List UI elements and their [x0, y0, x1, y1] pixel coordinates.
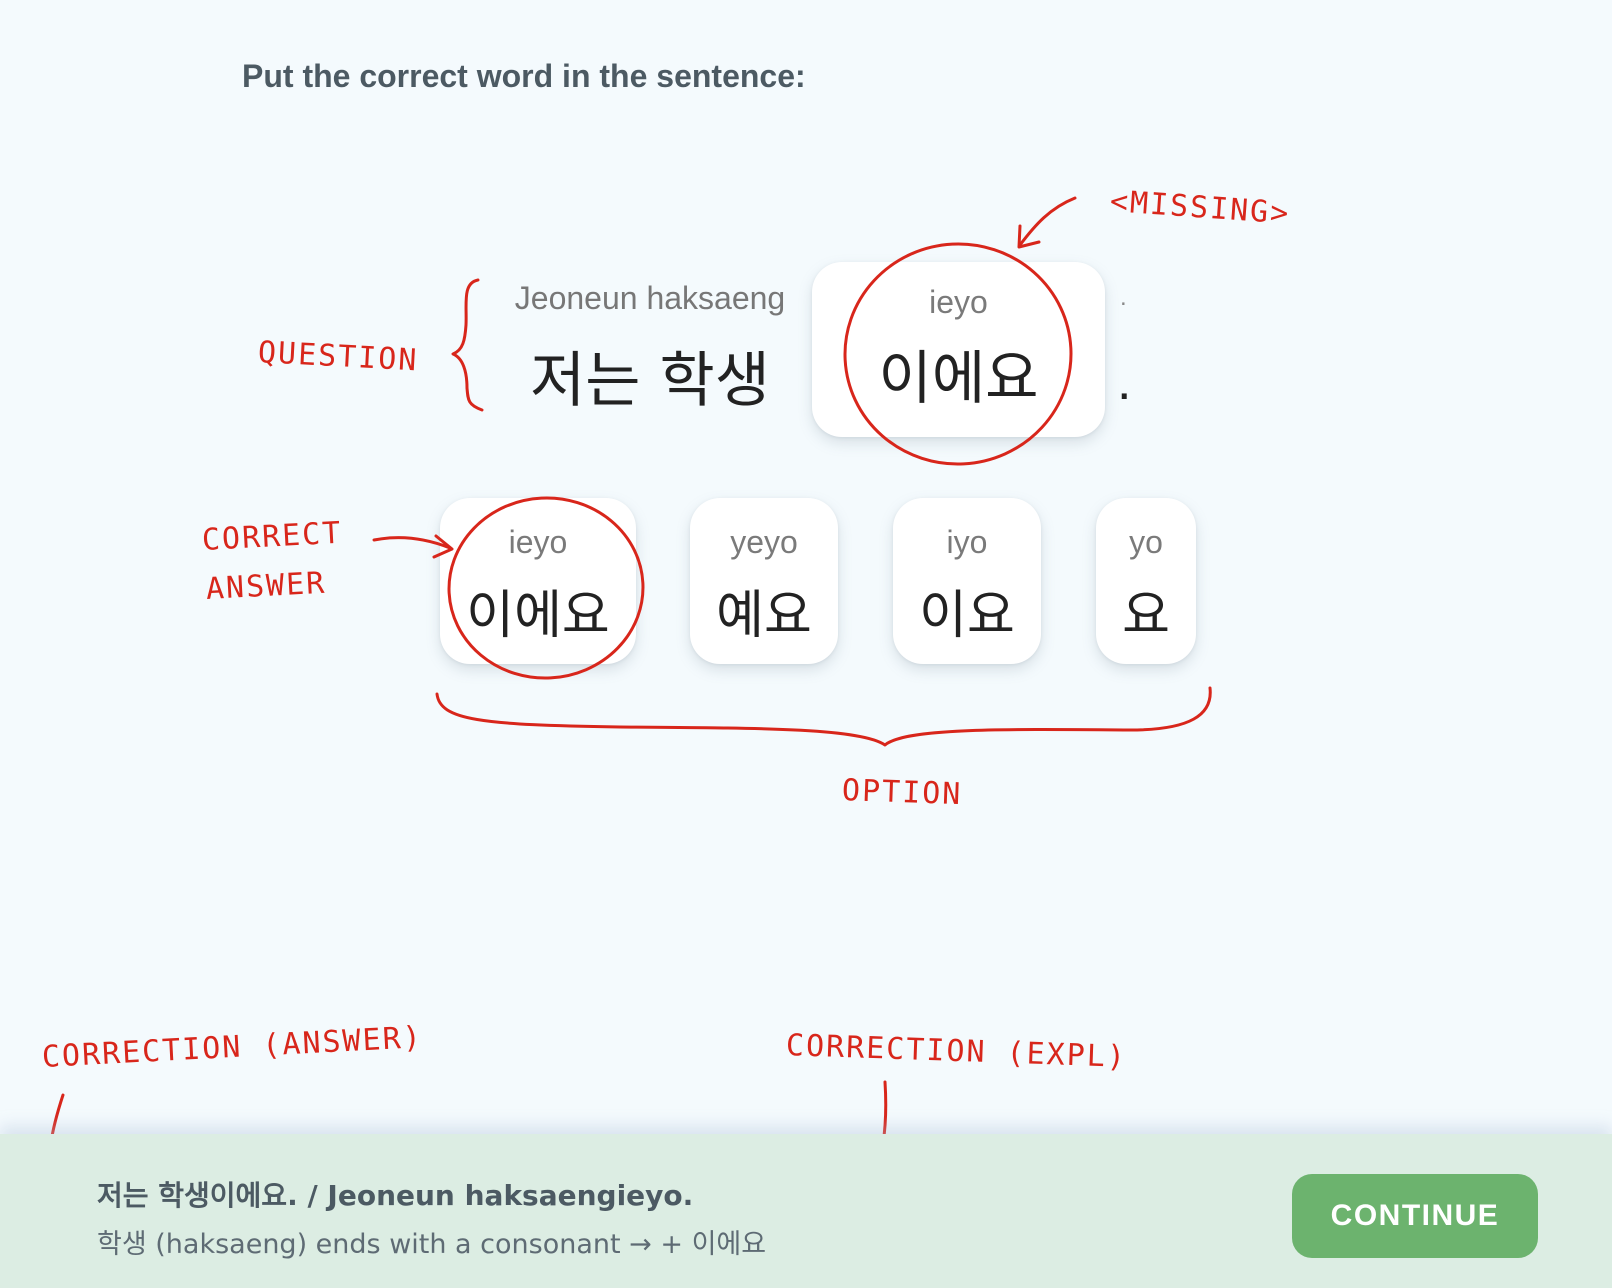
correction-answer: 저는 학생이에요. / Jeoneun haksaengieyo.	[97, 1179, 694, 1212]
option-romanization: ieyo	[508, 524, 568, 560]
answer-blank-card[interactable]: ieyo 이에요	[812, 262, 1105, 437]
question-romanization: Jeoneun haksaeng	[514, 280, 786, 316]
option-romanization: yo	[1129, 524, 1163, 560]
option-romanization: iyo	[946, 524, 988, 560]
annotation-question: QUESTION	[257, 335, 420, 379]
option-korean: 이요	[919, 586, 1015, 646]
option-card-iyo[interactable]: iyo 이요	[893, 498, 1041, 664]
continue-button[interactable]: CONTINUE	[1292, 1174, 1538, 1258]
question-korean: 저는 학생	[530, 346, 770, 416]
option-card-yo[interactable]: yo 요	[1096, 498, 1196, 664]
annotation-correction-answer: CORRECTION (ANSWER)	[41, 1020, 424, 1075]
punctuation-korean: .	[1117, 353, 1132, 411]
correct-answer-arrow	[372, 536, 452, 550]
option-card-yeyo[interactable]: yeyo 예요	[690, 498, 838, 664]
annotation-correct: CORRECT	[201, 515, 344, 558]
missing-arrow	[1018, 196, 1077, 247]
blank-korean: 이에요	[878, 344, 1039, 412]
annotation-answer: ANSWER	[205, 565, 328, 607]
feedback-bar: 저는 학생이에요. / Jeoneun haksaengieyo. 학생 (ha…	[0, 1134, 1612, 1288]
option-korean: 이에요	[466, 586, 610, 646]
option-romanization: yeyo	[730, 524, 798, 560]
option-korean: 예요	[716, 586, 812, 646]
annotation-correction-expl: CORRECTION (EXPL)	[785, 1028, 1128, 1075]
instruction-text: Put the correct word in the sentence:	[242, 58, 806, 94]
blank-romanization: ieyo	[929, 284, 988, 320]
correction-explanation: 학생 (haksaeng) ends with a consonant → + …	[97, 1229, 767, 1260]
option-brace	[435, 686, 1212, 747]
annotation-option: OPTION	[841, 773, 963, 813]
question-brace	[451, 278, 484, 412]
annotation-missing: <MISSING>	[1108, 184, 1292, 232]
option-card-ieyo[interactable]: ieyo 이에요	[440, 498, 636, 664]
option-korean: 요	[1122, 586, 1170, 646]
punctuation-romanization: .	[1120, 284, 1127, 311]
missing-arrowhead	[1017, 224, 1041, 249]
